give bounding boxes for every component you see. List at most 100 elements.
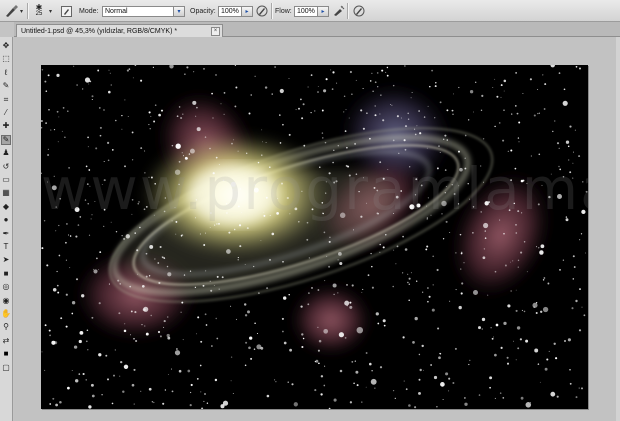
foreground-color[interactable]: ■ [1,349,11,359]
star [124,99,126,101]
star [517,259,520,262]
star [518,121,521,124]
star [76,84,78,86]
star [433,375,438,380]
document-canvas[interactable]: www.programlama.com [41,65,588,409]
3d-rotate-tool[interactable]: ◎ [1,282,11,292]
star [175,348,178,350]
opacity-input[interactable]: 100% [218,5,242,17]
3d-camera-tool[interactable]: ◉ [1,296,11,306]
star [82,372,85,376]
zoom-tool[interactable]: ⚲ [1,322,11,332]
star [569,382,572,385]
star [59,401,62,404]
document-tab[interactable]: Untitled-1.psd @ 45,3% (yıldızlar, RGB/8… [16,24,223,37]
star [262,141,263,143]
star [385,71,387,73]
shape-tool[interactable]: ■ [1,269,11,279]
gradient-tool[interactable]: ▦ [1,188,11,198]
path-select-tool[interactable]: ➤ [1,255,11,265]
move-tool[interactable]: ✥ [1,41,11,51]
close-tab-icon[interactable]: × [211,27,220,36]
star [204,136,207,138]
hand-tool[interactable]: ✋ [1,309,11,319]
star [444,192,446,194]
star [153,214,155,216]
marquee-tool[interactable]: ⬚ [1,54,11,64]
flow-input[interactable]: 100% [294,5,318,17]
star [127,115,129,118]
brush-size-picker[interactable]: ✱ 25 [32,0,46,22]
star [548,195,551,199]
opacity-pressure-icon[interactable] [255,0,269,22]
star [515,289,517,291]
flow-control[interactable]: 100% ▸ [294,0,329,22]
quick-select-tool[interactable]: ✎ [1,81,11,91]
star [457,203,460,205]
star [403,380,405,382]
star [157,262,160,264]
star [230,305,232,307]
star [538,112,540,114]
crop-tool[interactable]: ⌗ [1,95,11,105]
star [215,74,217,76]
star [58,224,60,227]
star [543,277,546,279]
opacity-control[interactable]: 100% ▸ [218,0,253,22]
star [496,95,499,98]
star [534,348,539,353]
star [216,223,218,225]
airbrush-icon[interactable] [331,0,345,22]
quick-mask[interactable]: ▢ [1,363,11,373]
brush-tool[interactable]: ✎ [1,134,11,145]
star [277,197,279,200]
mode-select[interactable]: Normal ▾ [102,0,185,22]
size-pressure-icon[interactable] [352,0,366,22]
star [339,369,343,373]
star [500,346,503,349]
swap-colors[interactable]: ⇄ [1,336,11,346]
star [444,134,447,137]
eyedropper-tool[interactable]: ⁄ [1,108,11,118]
brush-panel-icon[interactable] [60,0,73,22]
star [390,104,391,105]
opacity-slider-arrow-icon[interactable]: ▸ [242,5,253,17]
tool-preset-dropdown[interactable]: ▾ [20,0,26,22]
star [409,166,411,168]
dodge-tool[interactable]: ● [1,215,11,225]
star [244,314,248,317]
galaxy-artwork [41,65,588,409]
star [90,218,92,220]
star [360,109,363,112]
history-brush-tool[interactable]: ↺ [1,162,11,172]
star [308,292,310,294]
eraser-tool[interactable]: ▭ [1,175,11,185]
star [148,275,151,277]
star [149,128,151,130]
star [460,292,463,295]
star [371,72,373,74]
star [184,73,186,75]
star [499,392,502,394]
flow-slider-arrow-icon[interactable]: ▸ [318,5,329,17]
star [250,357,253,360]
star [517,347,520,350]
star [49,403,52,405]
star [164,197,166,199]
star [540,310,543,313]
star [87,146,89,148]
star [469,198,471,200]
type-tool[interactable]: T [1,242,11,252]
vertical-scrollbar[interactable] [616,37,620,421]
lasso-tool[interactable]: ℓ [1,68,11,78]
healing-tool[interactable]: ✚ [1,121,11,131]
pen-tool[interactable]: ✒ [1,229,11,239]
brush-preset-icon[interactable] [3,0,21,22]
flow-label: Flow: [275,7,292,15]
star [544,83,547,86]
star [189,404,192,407]
blur-tool[interactable]: ◆ [1,202,11,212]
clone-stamp-tool[interactable]: ♟ [1,148,11,158]
brush-size-dropdown[interactable]: ▾ [49,0,55,22]
star [291,383,294,386]
